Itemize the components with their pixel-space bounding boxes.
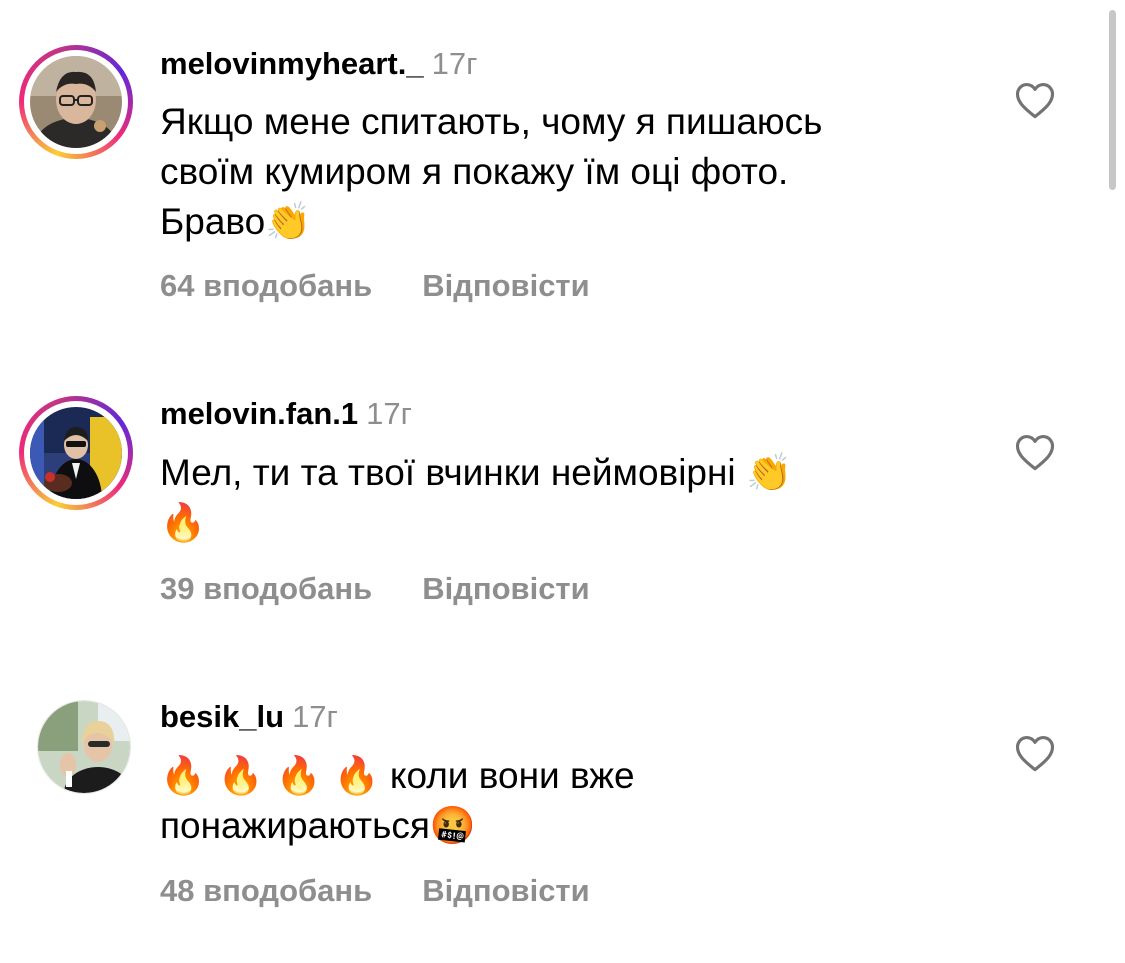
comment-text-line: Якщо мене спитають, чому я пишаюсь — [160, 101, 823, 142]
comment-text-line: Мел, ти та твої вчинки неймовірні 👏 — [160, 448, 792, 498]
comment-text-words: коли вони вже — [389, 755, 635, 796]
scrollbar[interactable] — [1109, 10, 1116, 190]
timestamp: 17г — [431, 46, 478, 81]
comment-text-words: понажираються — [160, 805, 430, 846]
avatar-story-ring[interactable] — [19, 45, 133, 159]
avatar-photo-man-glasses — [30, 56, 122, 148]
comment-header: besik_lu 17г — [160, 698, 338, 736]
username[interactable]: besik_lu — [160, 699, 284, 734]
timestamp: 17г — [366, 396, 412, 431]
comment-text: 🔥 🔥 🔥 🔥 коли вони вже понажираються🤬 — [160, 751, 635, 851]
comment-text-line: понажираються🤬 — [160, 801, 635, 851]
comment-footer: 39 вподобань Відповісти — [160, 571, 590, 607]
likes-count-button[interactable]: 64 вподобань — [160, 268, 372, 303]
timestamp: 17г — [292, 699, 338, 734]
likes-count-button[interactable]: 48 вподобань — [160, 873, 372, 908]
comment-header: melovin.fan.1 17г — [160, 395, 412, 433]
comment-text-words: Мел, ти та твої вчинки неймовірні — [160, 452, 736, 493]
avatar[interactable] — [37, 700, 131, 794]
cursing-face-emoji: 🤬 — [429, 804, 476, 847]
comment-text-word: Браво — [160, 201, 266, 242]
comment-text-line: своїм кумиром я покажу їм оці фото. — [160, 151, 789, 192]
fire-emoji: 🔥 — [160, 501, 207, 544]
reply-button[interactable]: Відповісти — [422, 873, 590, 908]
clap-emoji: 👏 — [265, 200, 312, 243]
avatar-photo-woman — [38, 701, 130, 793]
clap-emoji: 👏 — [745, 451, 793, 494]
comment-text-line: 🔥 🔥 🔥 🔥 коли вони вже — [160, 751, 635, 801]
comment-text: Якщо мене спитають, чому я пишаюсь своїм… — [160, 97, 822, 247]
comment-header: melovinmyheart._ 17г — [160, 45, 477, 83]
comment-footer: 64 вподобань Відповісти — [160, 268, 590, 304]
reply-button[interactable]: Відповісти — [422, 571, 590, 606]
username[interactable]: melovinmyheart._ — [160, 46, 424, 81]
comment-text: Мел, ти та твої вчинки неймовірні 👏 🔥 — [160, 448, 792, 548]
heart-icon[interactable] — [1014, 733, 1056, 773]
heart-icon[interactable] — [1014, 80, 1056, 120]
username[interactable]: melovin.fan.1 — [160, 396, 358, 431]
heart-icon[interactable] — [1014, 432, 1056, 472]
likes-count-button[interactable]: 39 вподобань — [160, 571, 372, 606]
fire-emoji-row: 🔥 🔥 🔥 🔥 — [160, 754, 380, 797]
comment-footer: 48 вподобань Відповісти — [160, 873, 590, 909]
avatar-story-ring[interactable] — [19, 396, 133, 510]
reply-button[interactable]: Відповісти — [422, 268, 590, 303]
comment-text-line: Браво👏 — [160, 197, 822, 247]
comment-text-line: 🔥 — [160, 498, 792, 548]
avatar-photo-man-suit — [30, 407, 122, 499]
